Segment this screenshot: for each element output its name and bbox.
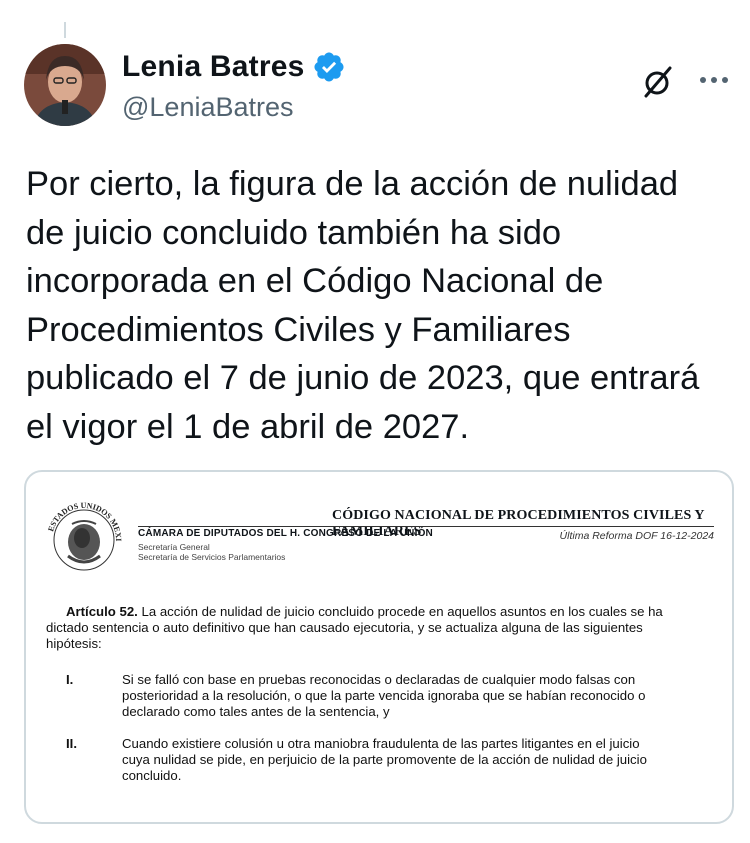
article-label: Artículo 52. bbox=[66, 604, 138, 619]
secretariat-general: Secretaría General bbox=[138, 542, 210, 552]
tweet-line: publicado el 7 de junio de 2023, que ent… bbox=[26, 359, 700, 397]
article-line: hipótesis: bbox=[46, 636, 102, 651]
avatar[interactable] bbox=[24, 44, 106, 126]
secretariat-services: Secretaría de Servicios Parlamentarios bbox=[138, 552, 286, 562]
item-line: declarado como tales antes de la sentenc… bbox=[122, 704, 390, 719]
header-rule bbox=[138, 526, 714, 527]
tweet-line: Procedimientos Civiles y Familiares bbox=[26, 310, 571, 349]
item-line: Cuando existiere colusión u otra maniobr… bbox=[122, 736, 640, 751]
tweet-text: Por cierto, la figura de la acción de nu… bbox=[26, 160, 736, 451]
item-number: I. bbox=[66, 672, 74, 687]
tweet-line: Por cierto, la figura de la acción de nu… bbox=[26, 165, 679, 203]
article-52-paragraph: Artículo 52. La acción de nulidad de jui… bbox=[46, 604, 712, 652]
article-line: dictado sentencia o auto definitivo que … bbox=[46, 620, 643, 635]
item-number: II. bbox=[66, 736, 77, 751]
thread-connector bbox=[64, 22, 66, 38]
author-name-row[interactable]: Lenia Batres bbox=[122, 50, 346, 84]
item-line: Si se falló con base en pruebas reconoci… bbox=[122, 672, 636, 687]
author-handle[interactable]: @LeniaBatres bbox=[122, 92, 294, 123]
last-reform: Última Reforma DOF 16-12-2024 bbox=[559, 530, 714, 542]
tweet-line: el vigor el 1 de abril de 2027. bbox=[26, 407, 470, 446]
tweet-line: de juicio concluido también ha sido bbox=[26, 213, 562, 252]
tweet-line: incorporada en el Código Nacional de bbox=[26, 262, 604, 300]
item-line: concluido. bbox=[122, 768, 182, 783]
grok-icon[interactable] bbox=[638, 62, 678, 102]
attached-image-document[interactable]: ESTADOS UNIDOS MEXICANOS CÓDIGO NACIONAL… bbox=[24, 470, 734, 824]
item-line: posterioridad a la resolución, o que la … bbox=[122, 688, 646, 703]
chamber-name: CÁMARA DE DIPUTADOS DEL H. CONGRESO DE L… bbox=[138, 528, 433, 539]
article-line: La acción de nulidad de juicio concluido… bbox=[141, 604, 663, 619]
item-line: cuya nulidad se pide, en perjuicio de la… bbox=[122, 752, 647, 767]
more-dots-icon[interactable] bbox=[696, 62, 732, 98]
mexican-coat-of-arms-seal: ESTADOS UNIDOS MEXICANOS bbox=[42, 494, 123, 571]
author-display-name[interactable]: Lenia Batres bbox=[122, 50, 304, 84]
verified-badge-icon bbox=[314, 52, 345, 82]
